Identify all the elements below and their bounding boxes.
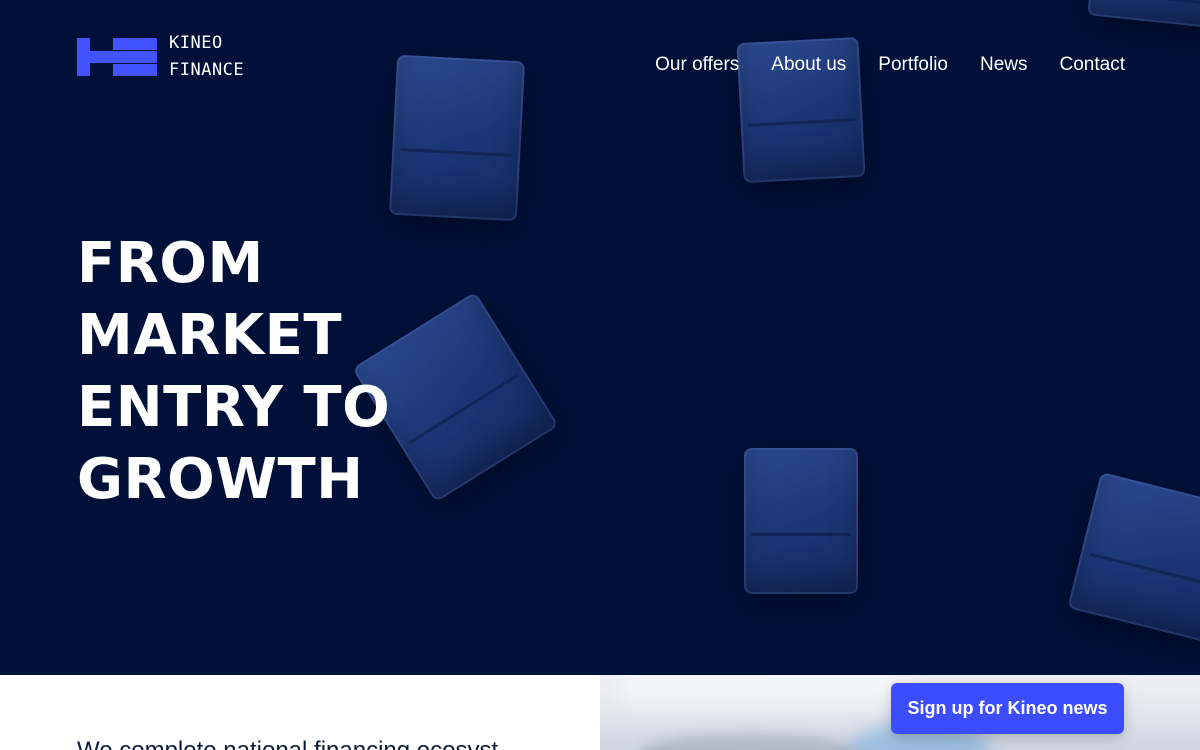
nav-item-contact[interactable]: Contact — [1060, 53, 1125, 77]
intro-text: We complete national financing ecosyst — [77, 737, 498, 750]
decorative-cube — [1067, 471, 1200, 645]
hero-headline: FROM MARKET ENTRY TO GROWTH — [77, 228, 537, 516]
newsletter-signup-button[interactable]: Sign up for Kineo news — [891, 683, 1124, 734]
headline-line: GROWTH — [77, 447, 364, 512]
nav-item-our-offers[interactable]: Our offers — [655, 53, 739, 77]
decorative-cube — [388, 54, 526, 222]
nav-item-portfolio[interactable]: Portfolio — [878, 53, 948, 77]
nav-item-news[interactable]: News — [980, 53, 1028, 77]
logo-line-2: FINANCE — [169, 60, 245, 80]
logo-line-1: KINEO — [169, 33, 223, 53]
nav-item-about-us[interactable]: About us — [771, 53, 846, 77]
intro-section: We complete national financing ecosyst — [0, 675, 600, 750]
decorative-cube — [1087, 0, 1200, 29]
headline-line: FROM MARKET — [77, 231, 343, 368]
main-nav: Our offers About us Portfolio News Conta… — [655, 53, 1125, 77]
logo-wordmark: KINEO FINANCE — [169, 30, 244, 84]
decorative-cube — [744, 448, 858, 594]
hero-section: KINEO FINANCE Our offers About us Portfo… — [0, 0, 1200, 675]
headline-line: ENTRY TO — [77, 375, 391, 440]
kineo-logo-icon — [77, 36, 157, 78]
site-logo[interactable]: KINEO FINANCE — [77, 30, 244, 84]
